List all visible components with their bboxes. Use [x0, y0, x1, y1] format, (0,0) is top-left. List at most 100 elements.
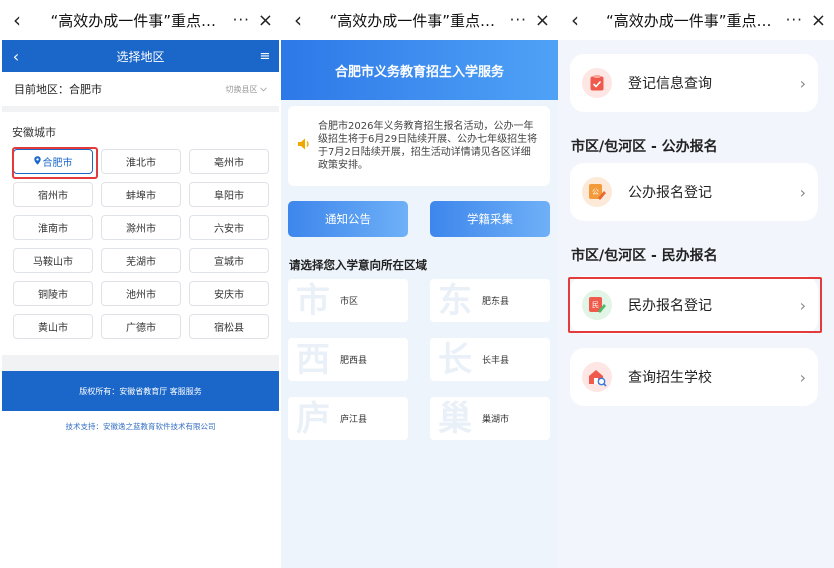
close-icon[interactable]: × [258, 10, 273, 31]
page-title: 选择地区 [116, 49, 165, 64]
more-icon[interactable]: ··· [510, 11, 527, 29]
city-button[interactable]: 宿松县 [189, 314, 269, 339]
city-button[interactable]: 宿州市 [13, 182, 93, 207]
district-name: 市区 [340, 297, 359, 307]
private-section-title: 市区/包河区 - 民办报名 [571, 248, 718, 264]
district-watermark: 巢 [438, 399, 472, 439]
city-label: 宣城市 [214, 257, 244, 268]
city-label: 铜陵市 [38, 290, 68, 301]
district-watermark: 西 [296, 340, 330, 380]
city-button[interactable]: 淮南市 [13, 215, 93, 240]
city-button[interactable]: 马鞍山市 [13, 248, 93, 273]
notice-button[interactable]: 通知公告 [288, 201, 408, 237]
city-button[interactable]: 六安市 [189, 215, 269, 240]
city-label: 安庆市 [214, 290, 244, 301]
public-register-label: 公办报名登记 [628, 185, 712, 201]
district-card[interactable]: 市市区 [288, 279, 408, 322]
query-info-card[interactable]: 登记信息查询 › [570, 54, 818, 112]
speaker-icon [296, 136, 318, 156]
district-watermark: 东 [438, 281, 472, 321]
city-button[interactable]: 安庆市 [189, 281, 269, 306]
registration-panel: ‹ “高效办成一件事”重点… ··· × 登记信息查询 › 市区/包河区 - 公… [558, 0, 834, 568]
district-card[interactable]: 庐庐江县 [288, 397, 408, 440]
wechat-title: “高效办成一件事”重点… [329, 11, 496, 30]
city-button[interactable]: 滁州市 [101, 215, 181, 240]
query-info-label: 登记信息查询 [628, 76, 712, 92]
district-name: 长丰县 [482, 356, 510, 366]
district-card[interactable]: 东肥东县 [430, 279, 550, 322]
district-card[interactable]: 长长丰县 [430, 338, 550, 381]
city-button[interactable]: 铜陵市 [13, 281, 93, 306]
chevron-down-icon [260, 86, 267, 92]
district-name: 肥西县 [340, 356, 368, 366]
switch-county-button[interactable]: 切换县区 [225, 84, 267, 95]
more-icon[interactable]: ··· [786, 11, 803, 29]
select-region-header: ‹ 选择地区 ≡ [2, 40, 279, 72]
district-grid: 市市区东肥东县西肥西县长长丰县庐庐江县巢巢湖市 [288, 279, 550, 440]
more-icon[interactable]: ··· [233, 11, 250, 29]
current-region-row: 目前地区：合肥市 切换县区 [2, 72, 279, 112]
district-card[interactable]: 西肥西县 [288, 338, 408, 381]
city-button[interactable]: 池州市 [101, 281, 181, 306]
district-watermark: 庐 [296, 399, 330, 439]
tech-support-text: 技术支持：安徽逸之蓝教育软件技术有限公司 [65, 422, 216, 431]
city-label: 阜阳市 [214, 191, 244, 202]
city-select-panel: ‹ “高效办成一件事”重点… ··· × ‹ 选择地区 ≡ 目前地区：合肥市 切… [0, 0, 281, 568]
district-name: 巢湖市 [482, 415, 510, 425]
clipboard-check-icon [582, 68, 612, 98]
wechat-title: “高效办成一件事”重点… [50, 11, 217, 30]
enrollment-service-panel: ‹ “高效办成一件事”重点… ··· × 合肥市义务教育招生入学服务 合肥市20… [281, 0, 558, 568]
chevron-right-icon: › [799, 73, 806, 93]
action-buttons: 通知公告 学籍采集 [288, 201, 550, 237]
public-section-title: 市区/包河区 - 公办报名 [571, 139, 718, 155]
chevron-right-icon: › [799, 182, 806, 202]
current-region-label: 目前地区：合肥市 [14, 83, 102, 96]
city-label: 马鞍山市 [33, 257, 73, 268]
city-label: 淮南市 [38, 224, 68, 235]
school-search-icon [582, 362, 612, 392]
wechat-title: “高效办成一件事”重点… [606, 11, 772, 30]
back-icon[interactable]: ‹ [287, 8, 309, 32]
city-button[interactable]: 芜湖市 [101, 248, 181, 273]
student-status-button[interactable]: 学籍采集 [430, 201, 550, 237]
notice-text: 合肥市2026年义务教育招生报名活动，公办一年级招生将于6月29日陆续开展、公办… [318, 121, 538, 171]
wechat-top-bar: ‹ “高效办成一件事”重点… ··· × [558, 0, 834, 40]
city-button[interactable]: 广德市 [101, 314, 181, 339]
city-label: 宿松县 [214, 323, 244, 334]
back-icon[interactable]: ‹ [6, 8, 28, 32]
city-label: 亳州市 [214, 158, 244, 169]
service-banner: 合肥市义务教育招生入学服务 [281, 40, 558, 100]
public-icon-label: 公 [592, 188, 599, 196]
notice-card[interactable]: 合肥市2026年义务教育招生报名活动，公办一年级招生将于6月29日陆续开展、公办… [288, 106, 550, 186]
private-register-highlight [568, 277, 822, 333]
back-icon[interactable]: ‹ [2, 47, 30, 66]
copyright-footer: 版权所有：安徽省教育厅 客服服务 [2, 371, 279, 411]
district-watermark: 长 [438, 340, 472, 380]
close-icon[interactable]: × [535, 10, 550, 31]
public-register-card[interactable]: 公 公办报名登记 › [570, 163, 818, 221]
back-icon[interactable]: ‹ [564, 8, 586, 32]
selected-city-highlight [12, 147, 98, 179]
wechat-top-bar: ‹ “高效办成一件事”重点… ··· × [281, 0, 558, 40]
close-icon[interactable]: × [811, 10, 826, 31]
city-label: 广德市 [126, 323, 156, 334]
city-button[interactable]: 淮北市 [101, 149, 181, 174]
city-label: 池州市 [126, 290, 156, 301]
province-label: 安徽城市 [12, 126, 56, 139]
menu-icon[interactable]: ≡ [251, 49, 279, 64]
district-name: 庐江县 [340, 415, 368, 425]
city-label: 芜湖市 [126, 257, 156, 268]
district-section-title: 请选择您入学意向所在区域 [289, 258, 427, 272]
city-button[interactable]: 亳州市 [189, 149, 269, 174]
divider [2, 355, 279, 371]
district-watermark: 市 [296, 281, 330, 321]
city-button[interactable]: 黄山市 [13, 314, 93, 339]
city-button[interactable]: 蚌埠市 [101, 182, 181, 207]
city-button[interactable]: 宣城市 [189, 248, 269, 273]
city-label: 滁州市 [126, 224, 156, 235]
district-name: 肥东县 [482, 297, 510, 307]
city-button[interactable]: 阜阳市 [189, 182, 269, 207]
query-school-card[interactable]: 查询招生学校 › [570, 348, 818, 406]
switch-county-label: 切换县区 [225, 84, 258, 94]
district-card[interactable]: 巢巢湖市 [430, 397, 550, 440]
